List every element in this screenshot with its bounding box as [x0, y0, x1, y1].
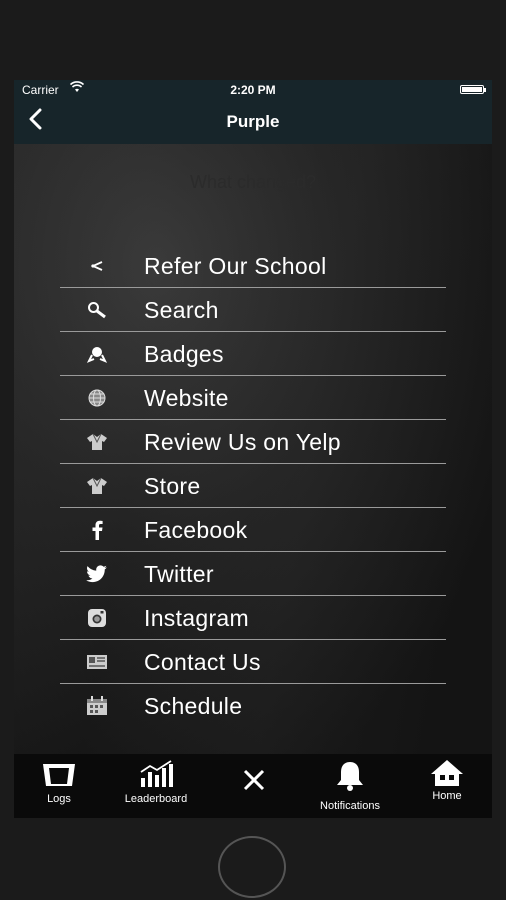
search-icon	[86, 300, 108, 320]
tab-bar: Logs Leaderboard Notifications Home	[14, 754, 492, 818]
contact-card-icon	[86, 652, 108, 672]
menu-item-label: Review Us on Yelp	[144, 429, 341, 455]
close-button[interactable]	[234, 754, 274, 818]
menu-item-review-us-on-yelp[interactable]: Review Us on Yelp	[60, 420, 446, 464]
chart-icon	[138, 760, 174, 793]
status-time: 2:20 PM	[230, 83, 276, 97]
menu-item-label: Store	[144, 473, 201, 499]
menu-item-label: Website	[144, 385, 229, 411]
instagram-icon	[86, 608, 108, 628]
menu-item-refer-our-school[interactable]: Refer Our School	[60, 244, 446, 288]
badge-icon	[86, 344, 108, 364]
status-bar: Carrier 2:20 PM	[14, 80, 492, 100]
logs-icon	[41, 762, 77, 793]
facebook-icon	[86, 520, 108, 540]
navigation-bar: Purple	[14, 100, 492, 144]
menu-item-label: Schedule	[144, 693, 243, 719]
menu-item-label: Facebook	[144, 517, 248, 543]
menu-item-twitter[interactable]: Twitter	[60, 552, 446, 596]
tab-label: Logs	[47, 793, 71, 805]
menu-item-store[interactable]: Store	[60, 464, 446, 508]
share-icon	[86, 256, 108, 276]
device-home-button[interactable]	[218, 836, 286, 898]
battery-icon	[460, 85, 486, 94]
menu-item-facebook[interactable]: Facebook	[60, 508, 446, 552]
menu-item-instagram[interactable]: Instagram	[60, 596, 446, 640]
menu-item-website[interactable]: Website	[60, 376, 446, 420]
bell-icon	[333, 760, 367, 797]
menu-item-contact-us[interactable]: Contact Us	[60, 640, 446, 684]
menu-item-search[interactable]: Search	[60, 288, 446, 332]
close-icon	[242, 768, 266, 797]
menu-item-label: Refer Our School	[144, 253, 327, 279]
menu-item-label: Instagram	[144, 605, 249, 631]
calendar-icon	[86, 696, 108, 716]
tab-notifications[interactable]: Notifications	[310, 754, 390, 818]
content-area: What changed? Refer Our School Search Ba…	[14, 144, 492, 754]
gi-icon	[86, 476, 108, 496]
menu-item-schedule[interactable]: Schedule	[60, 684, 446, 728]
tab-label: Home	[432, 790, 462, 802]
tab-label: Notifications	[320, 800, 380, 812]
tab-logs[interactable]: Logs	[36, 754, 82, 818]
tab-label: Leaderboard	[124, 793, 188, 805]
globe-icon	[86, 388, 108, 408]
gi-icon	[86, 432, 108, 452]
tab-leaderboard[interactable]: Leaderboard	[116, 754, 196, 818]
menu-list: Refer Our School Search Badges Website R…	[60, 244, 446, 728]
menu-item-badges[interactable]: Badges	[60, 332, 446, 376]
menu-item-label: Search	[144, 297, 219, 323]
menu-item-label: Twitter	[144, 561, 214, 587]
home-icon	[429, 758, 465, 793]
twitter-icon	[86, 564, 108, 584]
menu-item-label: Badges	[144, 341, 224, 367]
phone-screen: Carrier 2:20 PM Purple What changed? Ref…	[14, 80, 492, 818]
menu-item-label: Contact Us	[144, 649, 261, 675]
page-title: Purple	[226, 112, 280, 131]
background-prompt-text: What changed?	[189, 172, 317, 192]
tab-home[interactable]: Home	[424, 754, 470, 818]
